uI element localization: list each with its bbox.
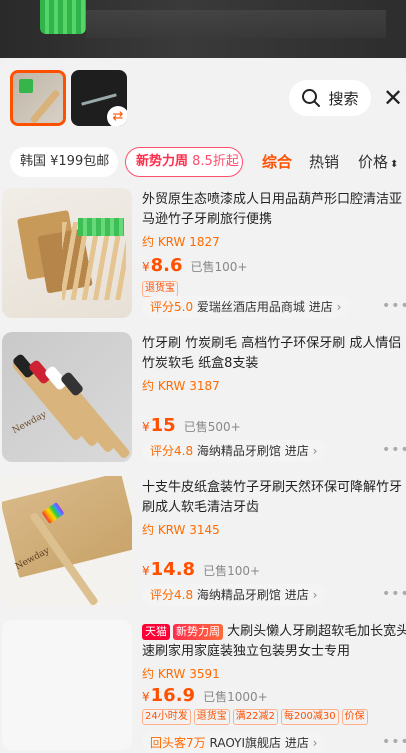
preview-toothbrush-handle bbox=[86, 10, 386, 38]
sort-comprehensive[interactable]: 综合 bbox=[262, 147, 292, 177]
product-title[interactable]: 天猫 新势力周 大刷头懒人牙刷超软毛加长宽头 速刷家用家庭装独立包装男女士专用 bbox=[142, 622, 406, 662]
sold-count: 已售500+ bbox=[183, 420, 241, 434]
tag-return-guarantee: 退货宝 bbox=[193, 709, 230, 725]
product-price: 8.6 bbox=[150, 255, 183, 276]
product-image[interactable]: Newday bbox=[2, 476, 132, 606]
product-title[interactable]: 十支牛皮纸盒装竹子牙刷天然环保可降解竹牙 刷成人软毛清洁牙齿 bbox=[142, 478, 406, 518]
product-card[interactable]: 外贸原生态喷漆成人日用品葫芦形口腔清洁亚 马逊竹子牙刷旅行便携 约 KRW 18… bbox=[0, 186, 406, 324]
shop-link[interactable]: 评分5.0 爱瑞丝酒店用品商城 进店 › bbox=[142, 296, 350, 318]
more-options-icon[interactable]: ••• bbox=[382, 586, 406, 604]
tag-price-protect: 价保 bbox=[341, 709, 368, 725]
product-image[interactable]: Newday bbox=[2, 332, 132, 462]
product-price: 15 bbox=[150, 415, 176, 436]
sold-count: 已售1000+ bbox=[203, 690, 268, 704]
product-image[interactable] bbox=[2, 188, 132, 318]
sort-arrows-icon: ⬍ bbox=[390, 159, 399, 170]
chevron-right-icon: › bbox=[312, 736, 318, 750]
tag-discount-22: 满22减2 bbox=[232, 709, 278, 725]
sold-count: 已售100+ bbox=[203, 564, 261, 578]
product-tags: 24小时发 退货宝 满22减2 每200减30 价保 bbox=[142, 709, 406, 727]
tag-return-guarantee: 退货宝 bbox=[142, 281, 178, 297]
product-title[interactable]: 外贸原生态喷漆成人日用品葫芦形口腔清洁亚 马逊竹子牙刷旅行便携 bbox=[142, 190, 406, 230]
swap-icon[interactable]: ⇄ bbox=[107, 106, 127, 126]
product-image[interactable] bbox=[2, 620, 132, 750]
chevron-right-icon: › bbox=[312, 588, 318, 602]
sort-sales[interactable]: 热销 bbox=[309, 147, 339, 177]
preview-toothbrush-bristles bbox=[40, 0, 86, 34]
alt-image-thumbnail[interactable]: ⇄ bbox=[71, 70, 127, 126]
tag-discount-200: 每200减30 bbox=[280, 709, 339, 725]
chevron-right-icon: › bbox=[336, 300, 342, 314]
krw-price: 约 KRW 1827 bbox=[142, 235, 220, 249]
more-options-icon[interactable]: ••• bbox=[382, 442, 406, 460]
korea-shipping-chip[interactable]: 韩国 ¥199包邮 bbox=[10, 147, 118, 177]
more-options-icon[interactable]: ••• bbox=[382, 298, 406, 316]
new-force-badge: 新势力周 bbox=[173, 624, 223, 640]
filter-bar: 韩国 ¥199包邮 新势力周 8.5折起 综合 热销 价格 ⬍ bbox=[0, 144, 406, 180]
krw-price: 约 KRW 3591 bbox=[142, 667, 220, 681]
shop-link[interactable]: 回头客7万 RAOYI旗舰店 进店 › bbox=[142, 732, 326, 753]
tmall-badge: 天猫 bbox=[142, 624, 170, 640]
close-icon[interactable]: ✕ bbox=[380, 84, 406, 112]
tag-24h: 24小时发 bbox=[142, 709, 191, 725]
results-sheet: ⇄ 搜索 ✕ 韩国 ¥199包邮 新势力周 8.5折起 综合 热销 价格 ⬍ 外… bbox=[0, 58, 406, 753]
chevron-right-icon: › bbox=[312, 444, 318, 458]
product-title[interactable]: 竹牙刷 竹炭刷毛 高档竹子环保牙刷 成人情侣 竹炭软毛 纸盒8支装 bbox=[142, 334, 406, 374]
sold-count: 已售100+ bbox=[190, 260, 248, 274]
product-card[interactable]: Newday 竹牙刷 竹炭刷毛 高档竹子环保牙刷 成人情侣 竹炭软毛 纸盒8支装… bbox=[0, 330, 406, 468]
new-force-week-chip[interactable]: 新势力周 8.5折起 bbox=[125, 147, 243, 177]
search-button[interactable]: 搜索 bbox=[289, 80, 371, 116]
product-price: 14.8 bbox=[150, 559, 196, 580]
search-label: 搜索 bbox=[328, 89, 359, 108]
product-card[interactable]: 天猫 新势力周 大刷头懒人牙刷超软毛加长宽头 速刷家用家庭装独立包装男女士专用 约… bbox=[0, 618, 406, 753]
krw-price: 约 KRW 3187 bbox=[142, 379, 220, 393]
product-price: 16.9 bbox=[150, 685, 196, 706]
search-icon bbox=[302, 89, 321, 107]
product-card[interactable]: Newday 十支牛皮纸盒装竹子牙刷天然环保可降解竹牙 刷成人软毛清洁牙齿 约 … bbox=[0, 474, 406, 612]
selected-image-thumbnail[interactable] bbox=[10, 70, 66, 126]
shop-link[interactable]: 评分4.8 海纳精品牙刷馆 进店 › bbox=[142, 584, 326, 606]
sort-price[interactable]: 价格 ⬍ bbox=[358, 147, 398, 177]
shop-link[interactable]: 评分4.8 海纳精品牙刷馆 进店 › bbox=[142, 440, 326, 462]
more-options-icon[interactable]: ••• bbox=[382, 734, 406, 752]
krw-price: 约 KRW 3145 bbox=[142, 523, 220, 537]
camera-preview bbox=[0, 0, 406, 58]
image-search-bar: ⇄ 搜索 ✕ bbox=[0, 58, 406, 144]
